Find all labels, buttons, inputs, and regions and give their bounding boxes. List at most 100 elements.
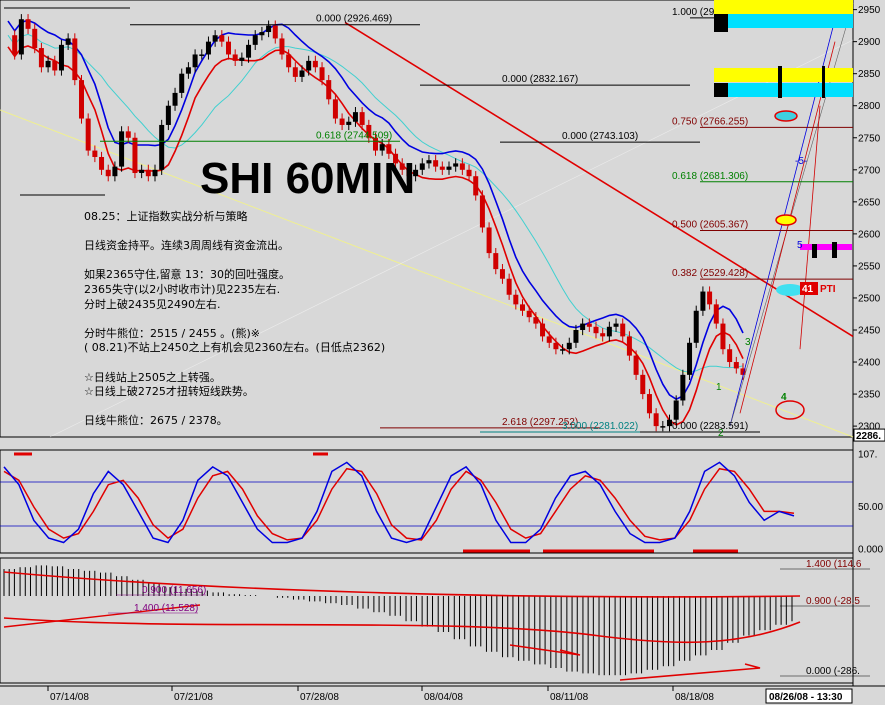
price-tick-label: 2700	[858, 165, 881, 176]
candle-body	[546, 336, 552, 343]
macd-level-label: 1.400 (114.6	[806, 559, 862, 570]
target-cyan-2	[714, 83, 853, 97]
candle-body	[687, 342, 693, 375]
candle-body	[119, 131, 125, 167]
candle-body	[58, 44, 64, 71]
candle-body	[352, 112, 358, 122]
candle-body	[326, 80, 332, 100]
candle-body	[586, 323, 592, 327]
target-block-4	[832, 242, 837, 258]
candle-body	[479, 195, 485, 228]
candle-body	[593, 326, 599, 334]
candle-body	[199, 54, 205, 56]
candle-body	[646, 394, 652, 414]
candle-body	[499, 269, 505, 279]
candle-body	[52, 60, 58, 71]
x-axis-current-label: 08/26/08 - 13:30	[769, 692, 843, 703]
candle-body	[45, 60, 51, 68]
candle-body	[707, 291, 713, 305]
target-block-1	[714, 14, 728, 32]
price-tick-label: 2950	[858, 5, 881, 16]
candle-body	[466, 169, 472, 177]
candle-body	[279, 38, 285, 55]
wave-5b-label: 5	[797, 240, 803, 251]
candle-body	[459, 163, 465, 170]
candle-body	[192, 54, 198, 68]
candle-body	[633, 355, 639, 375]
candle-body	[259, 32, 265, 36]
x-axis-label: 08/04/08	[424, 692, 463, 703]
candle-body	[506, 278, 512, 295]
target-bar-2	[822, 66, 825, 98]
pti-number: 41	[802, 284, 814, 295]
macd-level-label: 0.900 (11.656)	[142, 585, 206, 596]
wave-1-label: 1	[716, 382, 722, 393]
fib-level-label: 0.000 (2743.103)	[562, 131, 638, 142]
candle-body	[426, 160, 432, 164]
target-block-3	[812, 244, 817, 258]
candle-body	[112, 166, 118, 177]
candle-body	[212, 35, 218, 42]
fib-level-label: 0.382 (2529.428)	[672, 268, 748, 279]
target-cyan-1	[714, 14, 853, 28]
candle-body	[606, 326, 612, 337]
candle-body	[252, 35, 258, 45]
candle-body	[12, 35, 18, 55]
candle-body	[159, 124, 165, 170]
x-axis-label: 07/28/08	[300, 692, 339, 703]
price-tick-label: 2850	[858, 69, 881, 80]
price-tick-label: 2650	[858, 197, 881, 208]
candle-body	[25, 19, 31, 29]
candle-body	[533, 317, 539, 324]
candle-body	[232, 54, 238, 61]
ellipse-marker-1	[774, 110, 798, 122]
candle-body	[680, 374, 686, 401]
fib-level-label: 0.618 (2744.509)	[316, 130, 392, 141]
candle-body	[205, 41, 211, 55]
wave-3-label: 3	[745, 337, 751, 348]
price-tick-label: 2600	[858, 229, 881, 240]
candle-body	[72, 38, 78, 81]
candle-body	[560, 349, 566, 351]
price-tick-label: 2350	[858, 390, 881, 401]
price-tick-label: 2750	[858, 133, 881, 144]
price-tick-label: 2500	[858, 293, 881, 304]
candle-body	[693, 310, 699, 343]
candle-body	[553, 342, 559, 350]
candle-body	[359, 112, 365, 125]
candle-body	[272, 25, 278, 39]
fib-level-label: 0.000 (2926.469)	[316, 14, 392, 25]
candle-body	[172, 92, 178, 106]
candle-body	[613, 323, 619, 327]
stoch-tick-label: 50.00	[858, 502, 883, 513]
candle-body	[513, 294, 519, 305]
ellipse-marker-3	[776, 284, 804, 296]
candle-body	[493, 253, 499, 270]
x-axis-label: 07/21/08	[174, 692, 213, 703]
last-price-label: 2286.	[856, 431, 881, 442]
candle-body	[226, 41, 231, 55]
stoch-tick-label: 0.000	[858, 545, 883, 556]
candle-body	[473, 176, 479, 196]
candle-body	[439, 166, 445, 170]
candle-body	[626, 336, 632, 356]
macd-panel	[0, 557, 854, 684]
candle-body	[246, 44, 252, 58]
candle-body	[419, 163, 425, 170]
target-bar-1	[778, 66, 782, 98]
candle-body	[125, 131, 131, 138]
candle-body	[299, 70, 305, 77]
candle-body	[433, 160, 439, 167]
candle-body	[306, 60, 312, 71]
candle-body	[219, 35, 225, 42]
candle-body	[727, 349, 733, 363]
target-yellow-2	[714, 68, 853, 82]
candle-body	[65, 38, 71, 45]
candle-body	[733, 362, 739, 369]
price-tick-label: 2450	[858, 325, 881, 336]
target-yellow-1	[714, 0, 853, 14]
stoch-tick-label: 107.	[858, 450, 877, 461]
candle-body	[132, 137, 138, 174]
pti-label: PTI	[820, 284, 836, 295]
candle-body	[446, 166, 452, 170]
